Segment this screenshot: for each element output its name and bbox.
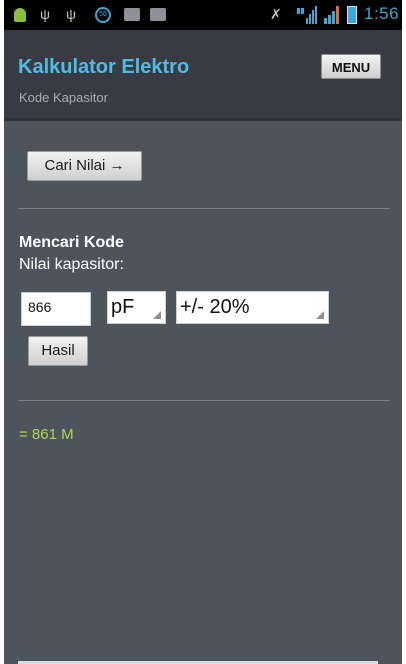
signal-icon [324, 6, 339, 24]
chat-icon [124, 8, 140, 21]
app-screen: ψ ψ 56 ✗ 1:56 Kalkulator Elektro Kode Ka… [4, 0, 402, 664]
unit-select[interactable]: pF [107, 291, 166, 324]
section-title: Mencari Kode [19, 234, 124, 251]
action-bar: Kalkulator Elektro Kode Kapasitor MENU [4, 30, 402, 118]
clock: 1:56 [364, 4, 400, 23]
dropdown-arrow-icon [153, 311, 161, 319]
chat-icon [150, 8, 166, 21]
hspa-signal-icon [297, 6, 317, 24]
tolerance-select[interactable]: +/- 20% [176, 291, 329, 324]
tolerance-select-value: +/- 20% [180, 296, 250, 318]
capacitor-value-input[interactable]: 866 [21, 292, 91, 326]
mute-icon: ✗ [270, 6, 282, 22]
app-subtitle: Kode Kapasitor [19, 90, 108, 105]
android-icon [14, 8, 26, 22]
divider [18, 400, 390, 401]
result-button[interactable]: Hasil [28, 336, 88, 366]
usb-debug-icon: ψ [66, 6, 76, 22]
app-title: Kalkulator Elektro [18, 56, 190, 78]
unit-select-value: pF [111, 296, 135, 318]
battery-icon [347, 6, 357, 24]
usb-icon: ψ [40, 6, 50, 22]
capacitor-value-label: Nilai kapasitor: [19, 256, 124, 273]
sync-icon: 56 [95, 7, 111, 23]
action-bar-divider [4, 118, 402, 121]
menu-button[interactable]: MENU [321, 54, 381, 79]
divider [18, 208, 390, 209]
dropdown-arrow-icon [316, 311, 324, 319]
find-value-button[interactable]: Cari Nilai → [27, 151, 142, 181]
result-text: = 861 M [19, 426, 74, 443]
status-bar: ψ ψ 56 ✗ 1:56 [4, 0, 402, 30]
